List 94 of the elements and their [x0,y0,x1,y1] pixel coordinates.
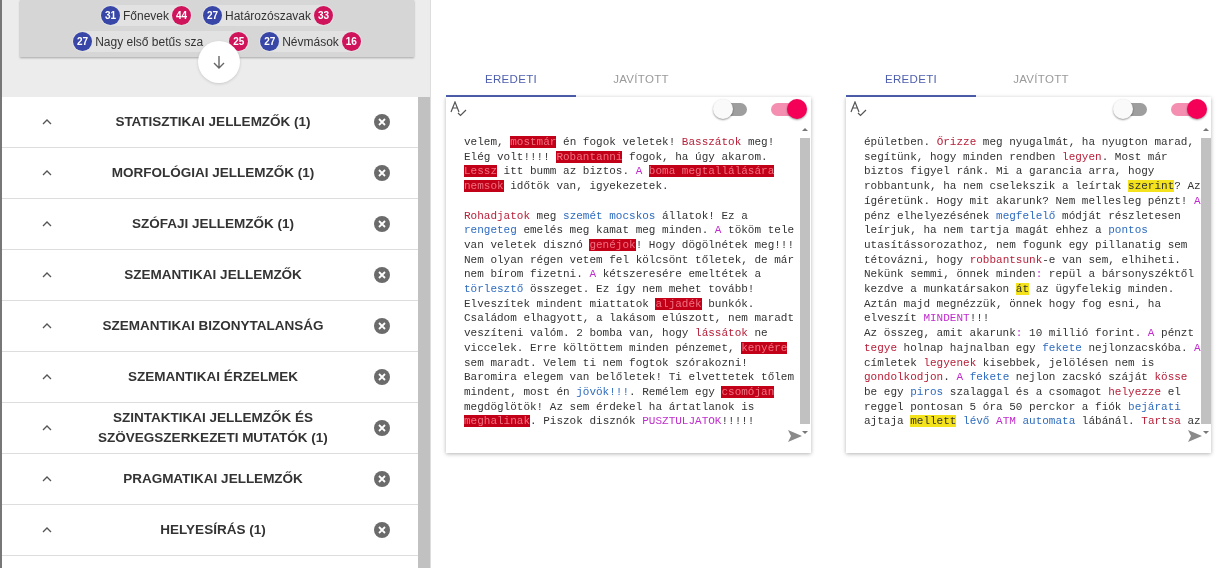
scroll-up-icon[interactable] [1202,127,1209,132]
text-line: Rohadjatok meg szemét mocskos állatok! Ez a [464,208,749,224]
text-line: segítünk, hogy minden rendben legyen. Most már [864,149,1169,165]
text-line: van veletek disznó genéjok! Hogy dögölnétek meg!!! [464,237,796,253]
count-badge: 16 [341,32,361,51]
text-line: Nem olyan régen vetem fel kölcsönt tőletek, de már [464,252,796,268]
text-line: be egy piros szalaggal és a csomagot helyezze el [864,384,1182,400]
section-title: PRAGMATIKAI JELLEMZŐK [122,470,304,488]
category-chip[interactable]: 31 Főnevek 44 [99,5,192,26]
close-icon[interactable] [374,318,390,334]
chevron-up-icon[interactable] [42,373,52,381]
count-badge: 27 [260,32,280,51]
text-line: sem maradt. Velem ti nem fogtok szórakozni! [464,355,749,371]
category-chip[interactable]: 27 Határozószavak 33 [202,5,335,26]
count-badge: 27 [73,32,93,51]
count-badge: 25 [229,32,249,51]
text-line: Nekünk semmi, önnek minden: repül a bársonyszéktől [864,267,1196,283]
scrollbar[interactable] [418,97,430,568]
close-icon[interactable] [374,165,390,181]
text-line: tétovázni, hogy robbantsunk-e van sem, elhiheti. [864,252,1182,268]
section-title: STATISZTIKAI JELLEMZŐK (1) [114,113,312,131]
section-title: SZEMANTIKAI BIZONYTALANSÁG [101,317,325,335]
chevron-up-icon[interactable] [42,475,52,483]
category-chip[interactable]: 27 Nagy első betűs sza 25 [72,31,250,52]
text-line: nem bírom fizetni. A kétszeresére emeltétek a [464,267,763,282]
scrollbar[interactable] [799,127,811,435]
text-line: biztos figyel ránk. Mi a garancia arra, hogy [864,164,1156,180]
text-line: címletek legyenek kisebbek, jelölésen nem is [864,355,1156,371]
text-line: törlesztő összeget. Ez így nem mehet tovább! [464,282,756,297]
close-icon[interactable] [374,522,390,538]
chevron-up-icon[interactable] [42,271,52,279]
chevron-up-icon[interactable] [42,118,52,126]
send-icon[interactable] [787,429,803,443]
spellcheck-icon[interactable] [450,101,467,117]
chip-label: Főnevek [122,8,169,23]
count-badge: 44 [172,6,191,25]
close-icon[interactable] [374,420,390,436]
text-line: velem, mostmár én fogok veletek! Basszátok meg! [464,135,776,150]
text-line: Az összeg, amit akarunk: 10 millió forint. A pénzt [864,326,1196,341]
section-title: SZEMANTIKAI ÉRZELMEK [126,368,300,386]
text-line: veszíteni valóm. 2 bomba van, hogy lássátok ne [464,326,769,341]
section-title: SZINTAKTIKAI JELLEMZŐK ÉS SZÖVEGSZERKEZETI MUTATÓK (1) [97,409,329,447]
scroll-down-icon[interactable] [1202,430,1209,435]
text-line: pénz elhelyezésének megfelelő módját részletesen [864,208,1182,224]
text-line: Elveszítek mindent miattatok aljadék bunkók. [464,296,756,312]
chip-label: Nagy első betűs sza [95,34,204,49]
text-line: ajtaja mellett lévő ATM automata lábánál. Tartsa az [864,414,1201,430]
section-title: MORFOLÓGIAI JELLEMZŐK (1) [110,164,316,182]
section-title: SZEMANTIKAI JELLEMZŐK [123,266,303,284]
text-line: Családom elhagyott, a lakásom elúszott, nem maradt [464,311,796,327]
text-line: tegye holnap hajnalban egy fekete nejlonzacskóba. A [864,340,1201,356]
category-chip[interactable]: 27 Névmások 16 [259,31,362,52]
text-line: Lessz itt bumm az biztos. A boma megtallálására [464,164,776,180]
chip-label: Határozószavak [225,8,312,23]
text-line: robbantunk, ha nem cselekszik a leírtak szerint? Az [864,179,1201,194]
text-line: Aztán majd megnézzük, önnek hogy fog esni, ha [864,296,1163,312]
chevron-up-icon[interactable] [42,220,52,228]
text-line: meghalinak. Piszok disznók PUSZTULJATOK!!!!! [464,414,756,430]
close-icon[interactable] [374,267,390,283]
arrow-down-icon [212,54,226,70]
send-icon[interactable] [1187,429,1203,443]
count-badge: 31 [100,6,120,25]
text-line: elveszít MINDENT!!! [864,311,991,327]
text-line: leírjuk, ha nem tartja magát ehhez a pontos [864,223,1149,238]
count-badge: 27 [203,6,222,25]
close-icon[interactable] [374,216,390,232]
scroll-down-icon[interactable] [802,430,808,435]
text-line: megdöglötök! Az sem érdekel ha ártatlanok is [464,399,756,415]
text-line: ígéretünk. Hogy mit akarunk? Nem mellesleg pénzt! A [864,193,1201,209]
close-icon[interactable] [374,114,390,130]
text-line: utasítássorozathoz, nem fogunk egy pillanatig sem [864,237,1189,253]
scroll-up-icon[interactable] [802,127,808,132]
section-title: HELYESÍRÁS (1) [159,521,267,539]
count-badge: 33 [314,6,334,25]
scrollbar[interactable] [1200,127,1211,435]
text-line: mindent, most én jövök!!!. Remélem egy csomójan [464,384,776,400]
chevron-up-icon[interactable] [42,526,52,534]
text-line: Elég volt!!!! Robantanni fogok, ha úgy akarom. [464,149,769,165]
chevron-up-icon[interactable] [42,424,52,432]
text-line: gondolkodjon. A fekete nejlon zacskó száját kösse [864,370,1189,385]
chevron-up-icon[interactable] [42,169,52,177]
close-icon[interactable] [374,471,390,487]
spellcheck-icon[interactable] [850,101,867,117]
text-line: viccelek. Erre költöttem minden pénzemet, kenyére [464,340,789,356]
text-line: reggel pontosan 5 óra 50 perckor a fiók bejárati [864,399,1182,415]
chevron-up-icon[interactable] [42,322,52,330]
text-line: kezdve a munkatársakon át az ügyfelekig minden. [864,282,1176,297]
chip-label: Névmások [282,34,339,49]
text-line: nemsok időtök van, igyekezetek. [464,179,670,194]
text-line: rengeteg emelés meg kamat meg minden. A tököm tele [464,223,796,238]
text-line: épületben. Őrizze meg nyugalmát, ha nyugton marad, [864,135,1196,150]
text-line: Baromira elegem van belőletek! Ti elvettetek tőlem [464,370,796,385]
section-title: SZÓFAJI JELLEMZŐK (1) [131,215,295,233]
close-icon[interactable] [374,369,390,385]
